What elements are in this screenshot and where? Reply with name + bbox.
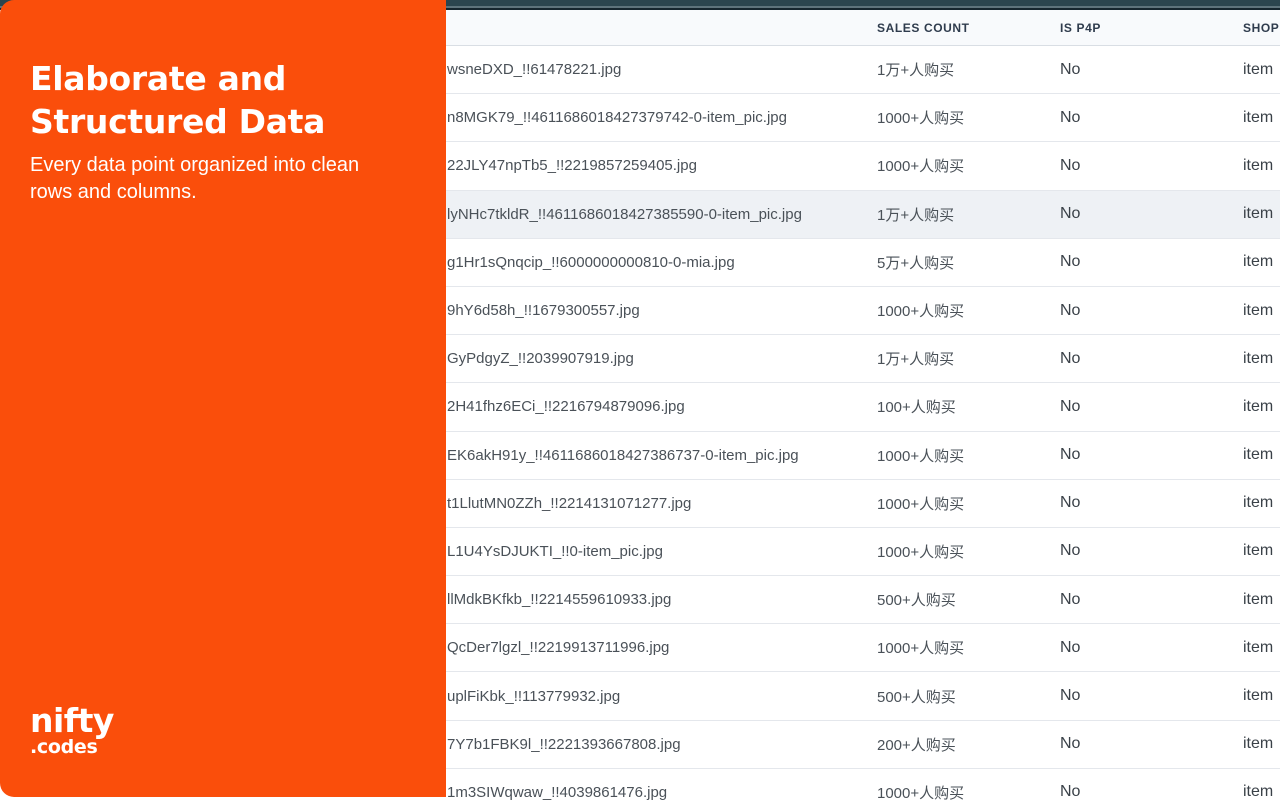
sales-count-cell: 500+人购买 <box>877 686 1060 707</box>
shop-cell: item <box>1243 61 1280 79</box>
shop-cell: item <box>1243 302 1280 320</box>
is-p4p-cell: No <box>1060 61 1243 79</box>
promo-panel: Elaborate and Structured Data Every data… <box>0 0 446 797</box>
brand-logo-primary: nifty <box>30 705 114 737</box>
filename-cell: 22JLY47npTb5_!!2219857259405.jpg <box>447 157 877 174</box>
filename-cell: g1Hr1sQnqcip_!!6000000000810-0-mia.jpg <box>447 254 877 271</box>
brand-logo-secondary: .codes <box>30 737 114 757</box>
shop-cell: item <box>1243 205 1280 223</box>
shop-cell: item <box>1243 783 1280 800</box>
promo-title-line2: Structured Data <box>30 102 325 141</box>
shop-cell: item <box>1243 350 1280 368</box>
column-header-shop: SHOP <box>1243 21 1280 35</box>
filename-cell: lyNHc7tkldR_!!4611686018427385590-0-item… <box>447 206 877 223</box>
is-p4p-cell: No <box>1060 302 1243 320</box>
is-p4p-cell: No <box>1060 639 1243 657</box>
shop-cell: item <box>1243 398 1280 416</box>
filename-cell: 7Y7b1FBK9l_!!2221393667808.jpg <box>447 736 877 753</box>
sales-count-cell: 1万+人购买 <box>877 204 1060 225</box>
promo-title-line1: Elaborate and <box>30 59 286 98</box>
sales-count-cell: 1000+人购买 <box>877 637 1060 658</box>
is-p4p-cell: No <box>1060 494 1243 512</box>
filename-cell: t1LlutMN0ZZh_!!2214131071277.jpg <box>447 495 877 512</box>
sales-count-cell: 500+人购买 <box>877 589 1060 610</box>
promo-subtitle: Every data point organized into clean ro… <box>30 152 370 206</box>
sales-count-cell: 200+人购买 <box>877 734 1060 755</box>
column-header-is-p4p: IS P4P <box>1060 21 1243 35</box>
is-p4p-cell: No <box>1060 253 1243 271</box>
is-p4p-cell: No <box>1060 398 1243 416</box>
is-p4p-cell: No <box>1060 783 1243 800</box>
filename-cell: 1m3SIWqwaw_!!4039861476.jpg <box>447 784 877 800</box>
is-p4p-cell: No <box>1060 542 1243 560</box>
shop-cell: item <box>1243 109 1280 127</box>
sales-count-cell: 1000+人购买 <box>877 155 1060 176</box>
screen: SALES COUNT IS P4P SHOP wsneDXD_!!614782… <box>0 0 1280 800</box>
sales-count-cell: 5万+人购买 <box>877 252 1060 273</box>
filename-cell: GyPdgyZ_!!2039907919.jpg <box>447 350 877 367</box>
filename-cell: L1U4YsDJUKTI_!!0-item_pic.jpg <box>447 543 877 560</box>
filename-cell: wsneDXD_!!61478221.jpg <box>447 61 877 78</box>
shop-cell: item <box>1243 687 1280 705</box>
filename-cell: QcDer7lgzl_!!2219913711996.jpg <box>447 639 877 656</box>
sales-count-cell: 1000+人购买 <box>877 541 1060 562</box>
is-p4p-cell: No <box>1060 350 1243 368</box>
sales-count-cell: 1000+人购买 <box>877 782 1060 800</box>
shop-cell: item <box>1243 253 1280 271</box>
sales-count-cell: 100+人购买 <box>877 396 1060 417</box>
filename-cell: n8MGK79_!!4611686018427379742-0-item_pic… <box>447 109 877 126</box>
shop-cell: item <box>1243 446 1280 464</box>
filename-cell: uplFiKbk_!!113779932.jpg <box>447 688 877 705</box>
filename-cell: llMdkBKfkb_!!2214559610933.jpg <box>447 591 877 608</box>
shop-cell: item <box>1243 591 1280 609</box>
shop-cell: item <box>1243 542 1280 560</box>
filename-cell: 2H41fhz6ECi_!!2216794879096.jpg <box>447 398 877 415</box>
sales-count-cell: 1万+人购买 <box>877 59 1060 80</box>
filename-cell: EK6akH91y_!!4611686018427386737-0-item_p… <box>447 447 877 464</box>
promo-title: Elaborate and Structured Data <box>30 57 325 143</box>
shop-cell: item <box>1243 639 1280 657</box>
is-p4p-cell: No <box>1060 446 1243 464</box>
is-p4p-cell: No <box>1060 735 1243 753</box>
brand-logo: nifty .codes <box>30 705 114 757</box>
is-p4p-cell: No <box>1060 109 1243 127</box>
shop-cell: item <box>1243 735 1280 753</box>
is-p4p-cell: No <box>1060 205 1243 223</box>
sales-count-cell: 1万+人购买 <box>877 348 1060 369</box>
sales-count-cell: 1000+人购买 <box>877 300 1060 321</box>
sales-count-cell: 1000+人购买 <box>877 445 1060 466</box>
is-p4p-cell: No <box>1060 157 1243 175</box>
sales-count-cell: 1000+人购买 <box>877 107 1060 128</box>
is-p4p-cell: No <box>1060 687 1243 705</box>
shop-cell: item <box>1243 157 1280 175</box>
column-header-sales-count: SALES COUNT <box>877 21 1060 35</box>
shop-cell: item <box>1243 494 1280 512</box>
sales-count-cell: 1000+人购买 <box>877 493 1060 514</box>
filename-cell: 9hY6d58h_!!1679300557.jpg <box>447 302 877 319</box>
is-p4p-cell: No <box>1060 591 1243 609</box>
